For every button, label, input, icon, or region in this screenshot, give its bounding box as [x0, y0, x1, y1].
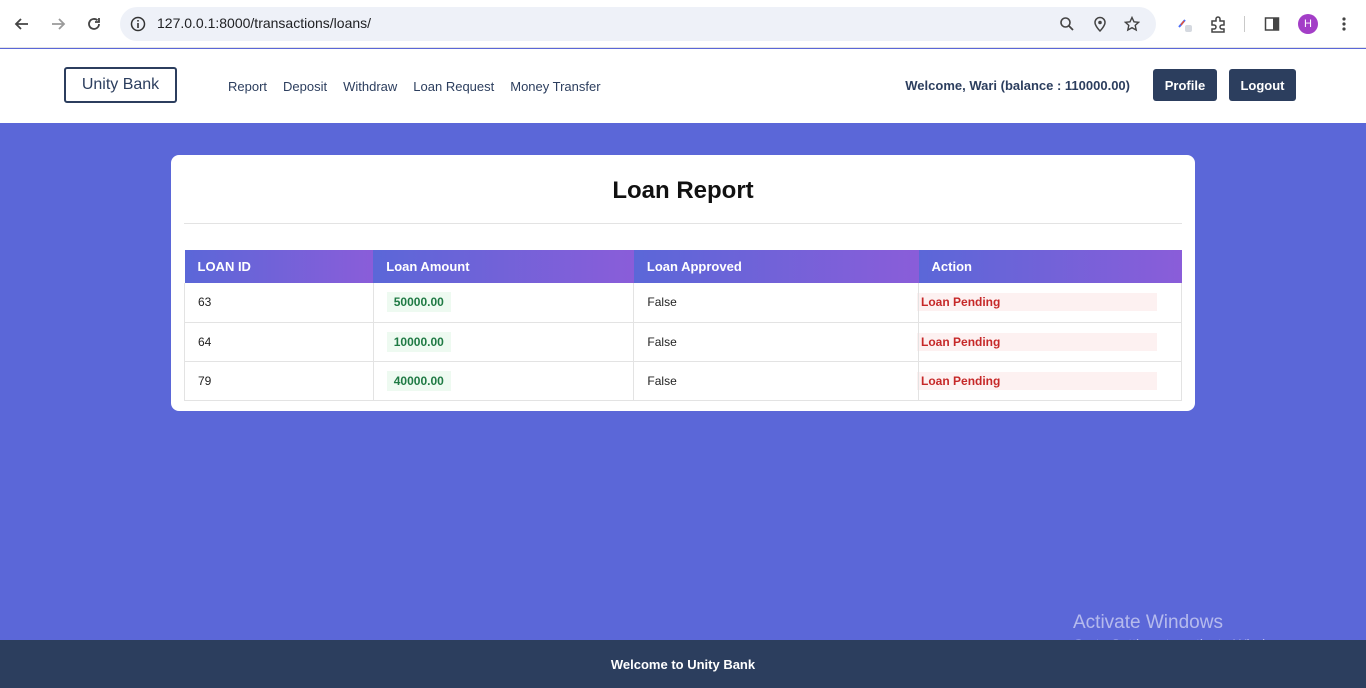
welcome-balance: Welcome, Wari (balance : 110000.00) — [905, 78, 1130, 93]
side-panel-icon[interactable] — [1260, 12, 1284, 36]
url-text[interactable]: 127.0.0.1:8000/transactions/loans/ — [157, 15, 371, 31]
page-title: Loan Report — [612, 177, 754, 204]
nav-loan-request[interactable]: Loan Request — [413, 79, 494, 94]
site-footer: Welcome to Unity Bank — [0, 640, 1366, 688]
table-row: 64 10000.00 False Loan Pending — [184, 322, 1182, 362]
nav-money-transfer[interactable]: Money Transfer — [510, 79, 600, 94]
logout-button[interactable]: Logout — [1229, 69, 1296, 101]
loan-approved-cell: False — [633, 322, 920, 362]
amount-badge: 10000.00 — [386, 331, 451, 352]
profile-avatar[interactable]: H — [1298, 14, 1318, 34]
action-cell: Loan Pending — [917, 283, 1182, 323]
loan-approved-cell: False — [633, 283, 920, 323]
reload-icon[interactable] — [82, 12, 106, 36]
main-nav: Report Deposit Withdraw Loan Request Mon… — [228, 79, 601, 94]
footer-text: Welcome to Unity Bank — [610, 656, 756, 672]
extensions-puzzle-icon[interactable] — [1206, 12, 1230, 36]
loan-table: LOAN ID Loan Amount Loan Approved Action… — [184, 250, 1182, 401]
location-pin-icon[interactable] — [1090, 14, 1110, 34]
action-cell: Loan Pending — [917, 322, 1182, 362]
nav-withdraw[interactable]: Withdraw — [343, 79, 397, 94]
nav-deposit[interactable]: Deposit — [283, 79, 327, 94]
brand-logo[interactable]: Unity Bank — [64, 67, 177, 103]
address-bar[interactable]: 127.0.0.1:8000/transactions/loans/ — [120, 7, 1156, 41]
nav-report[interactable]: Report — [228, 79, 267, 94]
amount-badge: 50000.00 — [386, 292, 451, 313]
forward-arrow-icon[interactable] — [46, 12, 70, 36]
column-header-action: Action — [918, 250, 1182, 283]
table-row: 63 50000.00 False Loan Pending — [184, 283, 1182, 323]
loan-report-card: Loan Report LOAN ID Loan Amount Loan App… — [171, 155, 1195, 411]
bookmark-star-icon[interactable] — [1122, 14, 1142, 34]
loan-approved-cell: False — [633, 361, 920, 401]
loan-amount-cell: 50000.00 — [373, 283, 635, 323]
extension-app-icon[interactable] — [1172, 12, 1196, 36]
pending-status-badge: Loan Pending — [917, 293, 1158, 312]
loan-amount-cell: 10000.00 — [373, 322, 635, 362]
column-header-loan-approved: Loan Approved — [633, 250, 919, 283]
toolbar-divider — [1244, 16, 1245, 32]
watermark-title: Activate Windows — [1073, 612, 1223, 633]
pending-status-badge: Loan Pending — [917, 332, 1158, 351]
title-divider — [184, 223, 1182, 224]
browser-toolbar: 127.0.0.1:8000/transactions/loans/ H — [0, 0, 1366, 48]
pending-status-badge: Loan Pending — [917, 371, 1158, 390]
column-header-loan-id: LOAN ID — [184, 250, 374, 283]
back-arrow-icon[interactable] — [10, 12, 34, 36]
table-header-row: LOAN ID Loan Amount Loan Approved Action — [184, 250, 1182, 283]
zoom-icon[interactable] — [1057, 14, 1077, 34]
profile-button[interactable]: Profile — [1153, 69, 1217, 101]
site-info-icon[interactable] — [128, 14, 148, 34]
amount-badge: 40000.00 — [386, 370, 451, 391]
table-row: 79 40000.00 False Loan Pending — [184, 361, 1182, 401]
column-header-loan-amount: Loan Amount — [373, 250, 634, 283]
browser-menu-icon[interactable] — [1332, 12, 1356, 36]
action-cell: Loan Pending — [917, 361, 1182, 401]
loan-id-cell: 64 — [184, 322, 374, 362]
site-header: Unity Bank Report Deposit Withdraw Loan … — [0, 49, 1366, 123]
loan-id-cell: 79 — [184, 361, 374, 401]
loan-amount-cell: 40000.00 — [373, 361, 635, 401]
loan-id-cell: 63 — [184, 283, 374, 323]
